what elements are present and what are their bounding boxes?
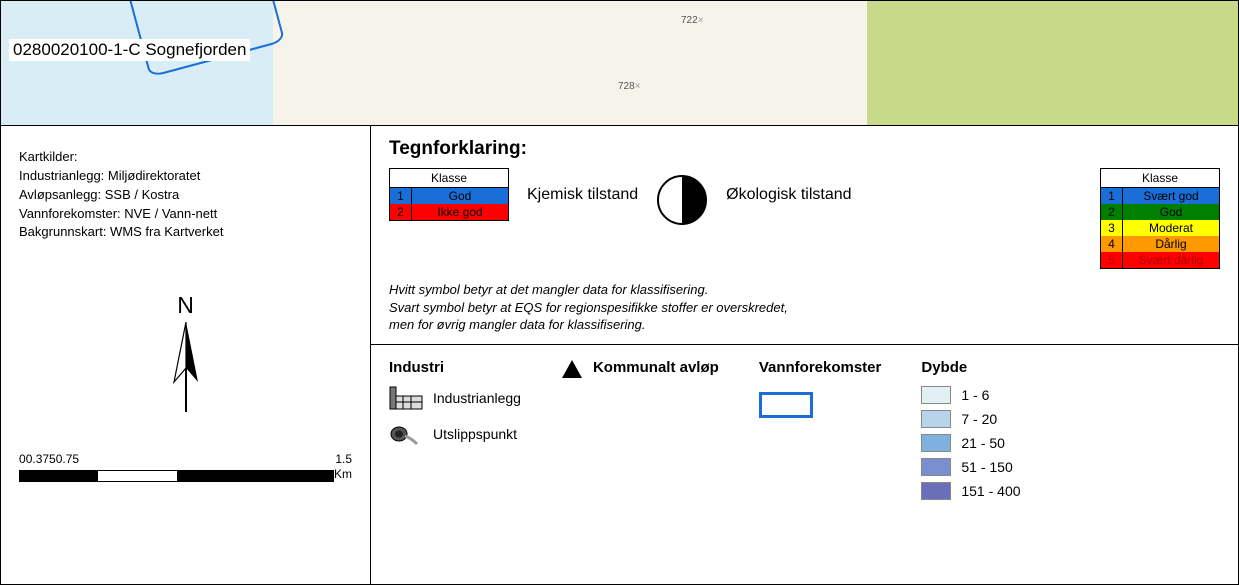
list-item: 1 - 6 bbox=[921, 386, 1020, 404]
depth-label: 151 - 400 bbox=[961, 483, 1020, 499]
source-line: Vannforekomster: NVE / Vann-nett bbox=[19, 205, 352, 224]
scalebar-bar bbox=[19, 470, 334, 482]
note-line: men for øvrig mangler data for klassifis… bbox=[389, 316, 1220, 334]
elevation-marker: 722× bbox=[681, 15, 704, 26]
right-panel: Tegnforklaring: Klasse 1 God 2 Ikke god bbox=[371, 126, 1238, 584]
legend-top: Tegnforklaring: Klasse 1 God 2 Ikke god bbox=[371, 126, 1238, 345]
legend-row-states: Klasse 1 God 2 Ikke god Kjemisk tilstand bbox=[389, 168, 1220, 269]
source-line: Industrianlegg: Miljødirektoratet bbox=[19, 167, 352, 186]
industri-section: Industri Industrianlegg bbox=[389, 359, 521, 570]
water-body-symbol bbox=[759, 392, 813, 418]
depth-label: 21 - 50 bbox=[961, 435, 1005, 451]
source-line: Bakgrunnskart: WMS fra Kartverket bbox=[19, 223, 352, 242]
industri-item-label: Utslippspunkt bbox=[433, 426, 517, 442]
note-line: Svart symbol betyr at EQS for regionspes… bbox=[389, 299, 1220, 317]
kommunalt-title: Kommunalt avløp bbox=[593, 359, 719, 376]
depth-swatch bbox=[921, 410, 951, 428]
depth-swatch bbox=[921, 482, 951, 500]
scalebar-tick: 0 bbox=[19, 452, 26, 466]
map-area: 0280020100-1-C Sognefjorden 722× 728× bbox=[1, 1, 1238, 126]
klasse-label: God bbox=[1123, 204, 1219, 220]
page-root: 0280020100-1-C Sognefjorden 722× 728× Ka… bbox=[0, 0, 1239, 585]
klasse-number: 2 bbox=[1101, 204, 1123, 220]
depth-label: 51 - 150 bbox=[961, 459, 1012, 475]
klasse-header: Klasse bbox=[390, 169, 508, 188]
okologisk-tilstand-label: Økologisk tilstand bbox=[726, 168, 851, 204]
compass-icon bbox=[164, 322, 208, 412]
industri-title: Industri bbox=[389, 359, 521, 376]
triangle-icon bbox=[561, 359, 583, 379]
list-item: Utslippspunkt bbox=[389, 422, 521, 446]
scalebar-labels: 0 0.375 0.75 1.5 bbox=[19, 452, 352, 466]
depth-swatch bbox=[921, 458, 951, 476]
legend-notes: Hvitt symbol betyr at det mangler data f… bbox=[389, 281, 1220, 334]
klasse-number: 3 bbox=[1101, 220, 1123, 236]
scalebar-unit: Km bbox=[334, 467, 352, 481]
pipe-icon bbox=[389, 422, 423, 446]
klasse-header: Klasse bbox=[1101, 169, 1219, 188]
half-circle-icon bbox=[656, 174, 708, 226]
klasse-label: Svært god bbox=[1123, 188, 1219, 204]
north-label: N bbox=[177, 292, 194, 319]
depth-swatch bbox=[921, 386, 951, 404]
scalebar-tick: 0.375 bbox=[26, 452, 56, 466]
list-item: 21 - 50 bbox=[921, 434, 1020, 452]
okologisk-klasse-table: Klasse 1 Svært god 2 God 3 Moderat bbox=[1100, 168, 1220, 269]
north-arrow: N bbox=[19, 292, 352, 412]
klasse-label: God bbox=[412, 188, 508, 204]
klasse-label: Svært dårlig bbox=[1123, 252, 1219, 268]
klasse-label: Ikke god bbox=[412, 204, 508, 220]
klasse-number: 5 bbox=[1101, 252, 1123, 268]
source-line: Avløpsanlegg: SSB / Kostra bbox=[19, 186, 352, 205]
lower-panel: Kartkilder: Industrianlegg: Miljødirekto… bbox=[1, 126, 1238, 584]
depth-label: 7 - 20 bbox=[961, 411, 997, 427]
elevation-marker: 728× bbox=[618, 81, 641, 92]
kjemisk-klasse-table: Klasse 1 God 2 Ikke god bbox=[389, 168, 509, 221]
klasse-number: 2 bbox=[390, 204, 412, 220]
map-sources: Kartkilder: Industrianlegg: Miljødirekto… bbox=[19, 148, 352, 242]
list-item: 151 - 400 bbox=[921, 482, 1020, 500]
klasse-label: Moderat bbox=[1123, 220, 1219, 236]
legend-bottom: Industri Industrianlegg bbox=[371, 345, 1238, 584]
note-line: Hvitt symbol betyr at det mangler data f… bbox=[389, 281, 1220, 299]
list-item: Industrianlegg bbox=[389, 386, 521, 410]
klasse-number: 1 bbox=[1101, 188, 1123, 204]
klasse-number: 4 bbox=[1101, 236, 1123, 252]
legend-title: Tegnforklaring: bbox=[389, 138, 1220, 160]
sources-heading: Kartkilder: bbox=[19, 148, 352, 167]
depth-label: 1 - 6 bbox=[961, 387, 989, 403]
industri-item-label: Industrianlegg bbox=[433, 390, 521, 406]
map-feature-label: 0280020100-1-C Sognefjorden bbox=[9, 39, 250, 61]
scalebar-tick: 0.75 bbox=[56, 452, 79, 466]
kommunalt-section: Kommunalt avløp bbox=[561, 359, 719, 570]
scale-bar: 0 0.375 0.75 1.5 Km bbox=[19, 452, 352, 482]
list-item: 7 - 20 bbox=[921, 410, 1020, 428]
list-item: 51 - 150 bbox=[921, 458, 1020, 476]
kjemisk-tilstand-label: Kjemisk tilstand bbox=[527, 168, 638, 204]
depth-swatch bbox=[921, 434, 951, 452]
left-panel: Kartkilder: Industrianlegg: Miljødirekto… bbox=[1, 126, 371, 584]
klasse-number: 1 bbox=[390, 188, 412, 204]
dybde-title: Dybde bbox=[921, 359, 1020, 376]
vannforekomster-title: Vannforekomster bbox=[759, 359, 882, 376]
vannforekomster-section: Vannforekomster bbox=[759, 359, 882, 570]
factory-icon bbox=[389, 386, 423, 410]
scalebar-tick: 1.5 bbox=[335, 452, 352, 466]
klasse-label: Dårlig bbox=[1123, 236, 1219, 252]
dybde-section: Dybde 1 - 6 7 - 20 21 - 50 bbox=[921, 359, 1020, 570]
